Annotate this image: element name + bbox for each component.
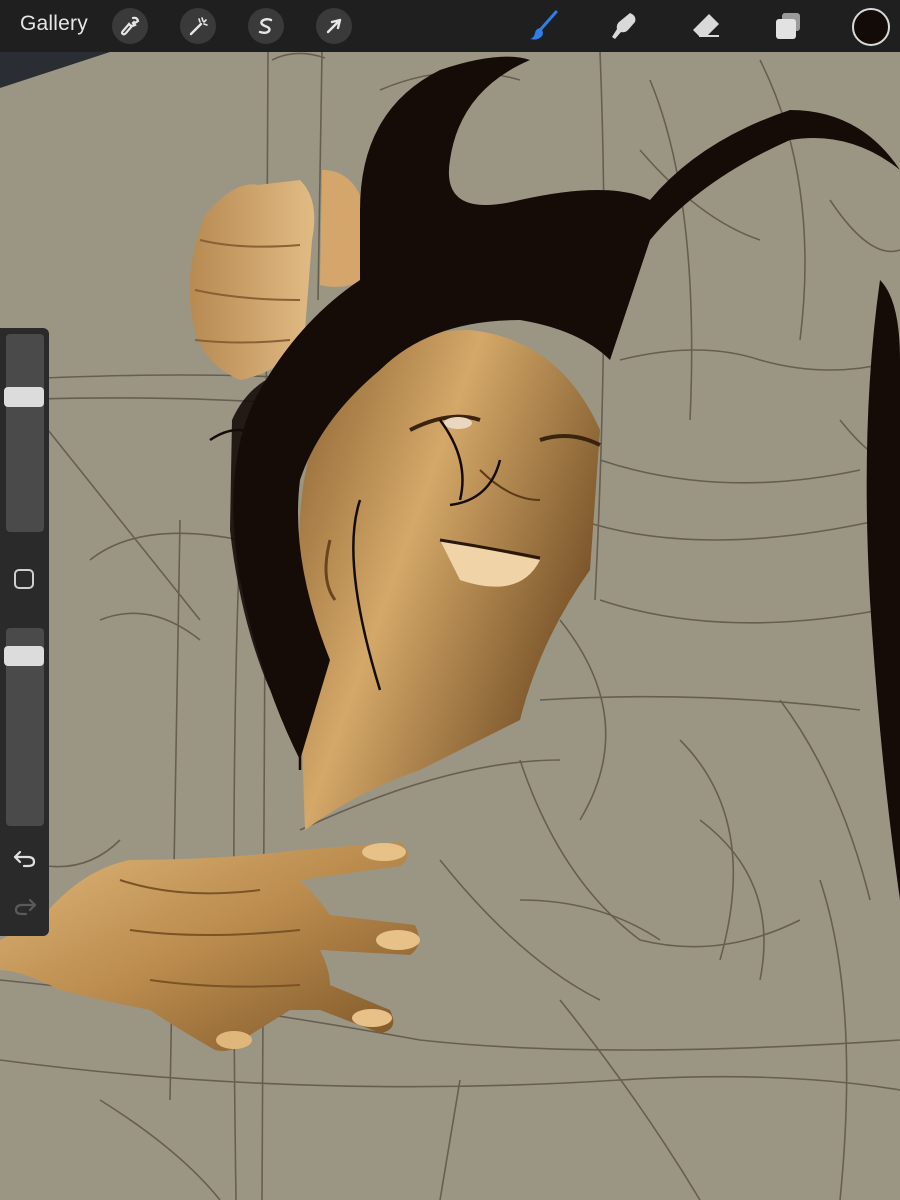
gallery-button[interactable]: Gallery [20, 12, 88, 36]
opacity-slider[interactable] [4, 628, 44, 826]
wrench-icon [120, 16, 140, 36]
top-toolbar: Gallery [0, 0, 900, 52]
actions-button[interactable] [112, 8, 148, 44]
arrow-cursor-icon [326, 18, 342, 34]
procreate-app: Gallery [0, 0, 900, 1200]
undo-icon[interactable] [12, 848, 38, 870]
redo-icon[interactable] [12, 896, 38, 918]
square-modify-icon[interactable] [13, 568, 35, 590]
opacity-slider-thumb[interactable] [4, 645, 44, 666]
color-picker-button[interactable] [852, 8, 890, 46]
layers-icon [776, 13, 800, 39]
adjustments-button[interactable] [180, 8, 216, 44]
magic-wand-icon [189, 17, 208, 36]
layers-button[interactable] [768, 6, 808, 46]
transform-button[interactable] [316, 8, 352, 44]
smudge-tool-button[interactable] [604, 6, 644, 46]
left-sidebar [0, 328, 49, 936]
brush-tool-button[interactable] [524, 6, 564, 46]
selection-button[interactable] [248, 8, 284, 44]
brush-icon [530, 10, 558, 40]
smudge-finger-icon [612, 13, 636, 39]
eraser-tool-button[interactable] [686, 6, 726, 46]
artwork [0, 0, 900, 1200]
eraser-icon [693, 14, 719, 37]
selection-s-icon [258, 18, 273, 34]
brush-size-slider-thumb[interactable] [4, 387, 44, 408]
drawing-canvas[interactable] [0, 0, 900, 1200]
brush-size-slider[interactable] [4, 334, 44, 532]
